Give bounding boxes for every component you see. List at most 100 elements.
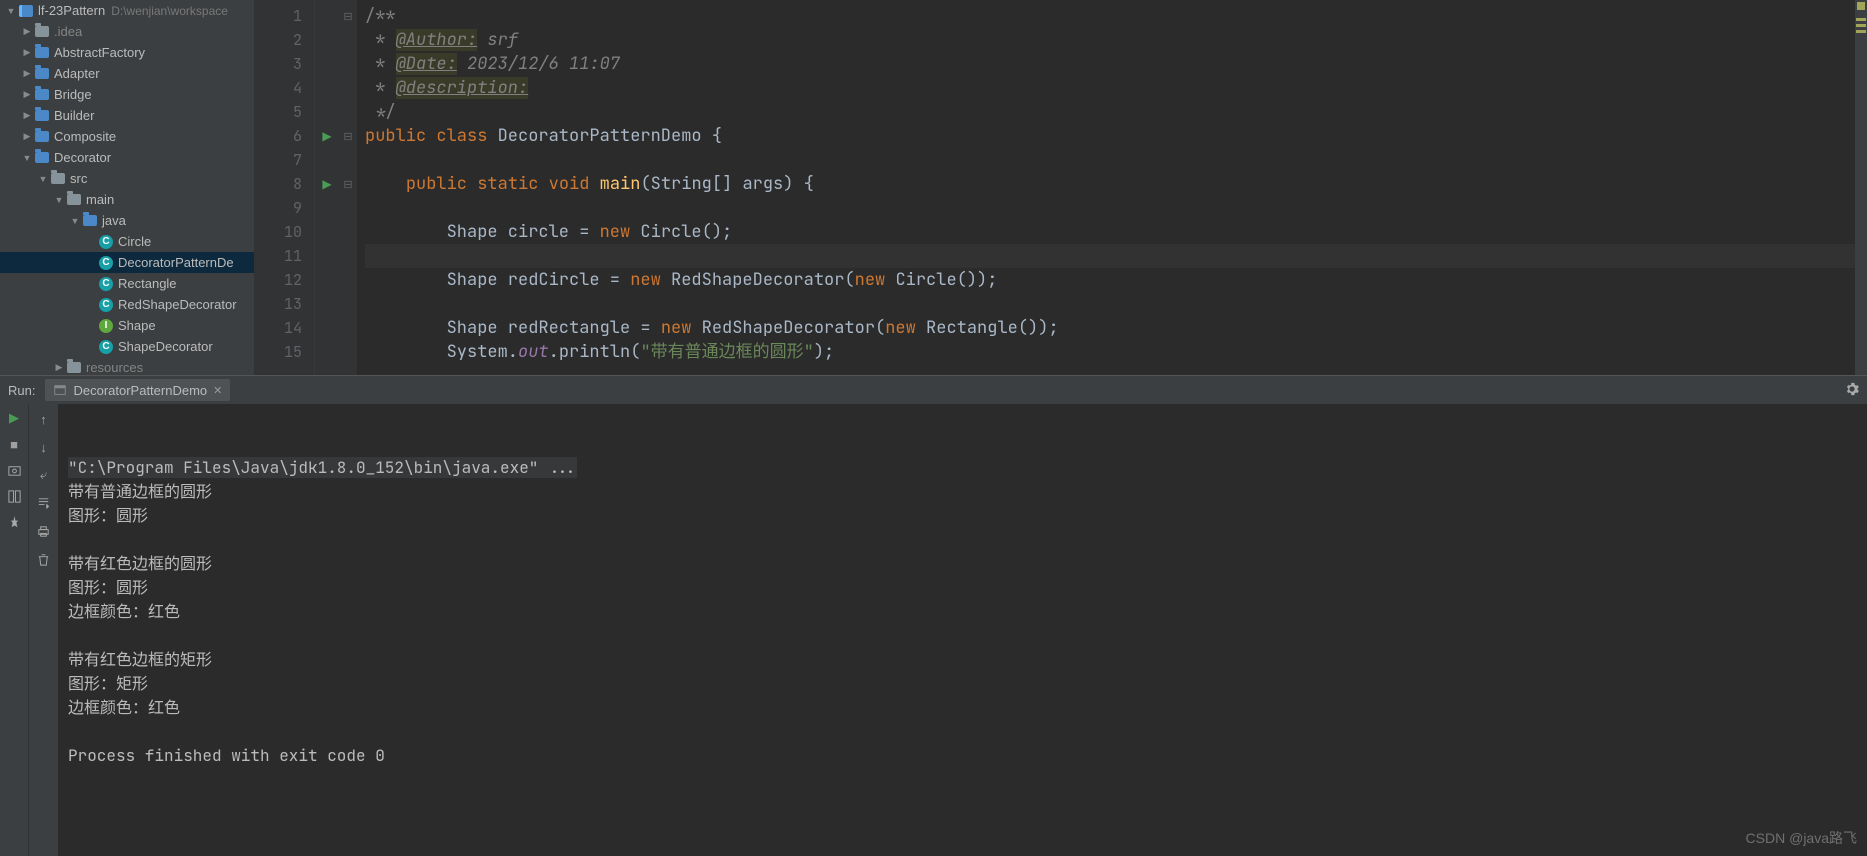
project-tree[interactable]: lf-23Pattern D:\wenjian\workspace .idea Abs… [0,0,255,375]
down-arrow-icon[interactable]: ↓ [35,438,53,456]
editor-annotation-strip [1855,0,1867,375]
console-line: "C:\Program Files\Java\jdk1.8.0_152\bin\… [68,456,1867,480]
tree-arrow-icon[interactable] [84,340,98,354]
console-line [68,624,1867,648]
tree-item-label: resources [86,360,143,375]
tree-item-lf-23pattern[interactable]: lf-23Pattern D:\wenjian\workspace [0,0,254,21]
tree-item-resources[interactable]: resources [0,357,254,375]
tree-arrow-icon[interactable] [20,88,34,102]
up-arrow-icon[interactable]: ↑ [35,410,53,428]
tree-arrow-icon[interactable] [20,25,34,39]
tree-arrow-icon[interactable] [84,298,98,312]
fold-gutter: ⊟ ⊟ ⊟ [339,0,357,375]
fold-icon[interactable]: ⊟ [339,124,357,148]
run-config-tab[interactable]: DecoratorPatternDemo ✕ [45,379,230,401]
folder-icon [34,150,50,166]
tree-arrow-icon[interactable] [20,151,34,165]
class-icon: C [98,255,114,271]
interface-icon: I [98,318,114,334]
tree-item-circle[interactable]: CCircle [0,231,254,252]
tree-item-main[interactable]: main [0,189,254,210]
module-icon [18,3,34,19]
tree-item-composite[interactable]: Composite [0,126,254,147]
tree-item-label: src [70,171,87,186]
tree-arrow-icon[interactable] [36,172,50,186]
watermark: CSDN @java路飞 [1746,826,1857,850]
tree-arrow-icon[interactable] [20,67,34,81]
soft-wrap-icon[interactable]: ⤶ [35,466,53,484]
layout-icon[interactable] [6,488,22,504]
tree-item-label: Rectangle [118,276,177,291]
tree-item-bridge[interactable]: Bridge [0,84,254,105]
tree-item-label: Builder [54,108,94,123]
tree-arrow-icon[interactable] [20,109,34,123]
tree-item-adapter[interactable]: Adapter [0,63,254,84]
tree-item-java[interactable]: java [0,210,254,231]
code-editor[interactable]: 123456789101112131415 ▶ ▶ ⊟ ⊟ ⊟ /** * @Auth… [255,0,1867,375]
folder-icon [82,213,98,229]
run-line-icon[interactable]: ▶ [315,172,339,196]
console-line: 图形：圆形 [68,576,1867,600]
run-line-icon[interactable]: ▶ [315,124,339,148]
tree-item-label: RedShapeDecorator [118,297,237,312]
fold-icon[interactable]: ⊟ [339,4,357,28]
console-line: 图形：圆形 [68,504,1867,528]
tree-arrow-icon[interactable] [68,214,82,228]
tree-item-shape[interactable]: IShape [0,315,254,336]
warning-indicator[interactable] [1857,2,1865,10]
rerun-icon[interactable]: ▶ [6,410,22,426]
tree-item-shapedecorator[interactable]: CShapeDecorator [0,336,254,357]
tree-arrow-icon[interactable] [52,193,66,207]
fold-icon[interactable]: ⊟ [339,172,357,196]
tree-arrow-icon[interactable] [52,361,66,375]
console-line [68,720,1867,744]
gear-icon[interactable] [1845,382,1859,399]
tree-item-label: .idea [54,24,82,39]
tree-item-label: Decorator [54,150,111,165]
print-icon[interactable] [35,522,53,540]
folder-icon [34,129,50,145]
tree-arrow-icon[interactable] [20,46,34,60]
tree-arrow-icon[interactable] [84,277,98,291]
tree-item-src[interactable]: src [0,168,254,189]
tree-arrow-icon[interactable] [84,235,98,249]
class-icon: C [98,297,114,313]
tree-arrow-icon[interactable] [84,256,98,270]
folder-icon [34,108,50,124]
stop-icon[interactable]: ■ [6,436,22,452]
run-toolbar-inner: ↑ ↓ ⤶ [28,404,58,856]
tree-item-label: Adapter [54,66,100,81]
tree-item-redshapedecorator[interactable]: C RedShapeDecorator [0,294,254,315]
code-area[interactable]: /** * @Author: srf * @Date: 2023/12/6 11… [357,0,1855,375]
tree-item-label: ShapeDecorator [118,339,213,354]
snapshot-icon[interactable] [6,462,22,478]
console-output[interactable]: "C:\Program Files\Java\jdk1.8.0_152\bin\… [58,404,1867,856]
run-toolbar-left: ▶ ■ [0,404,28,856]
tree-item-label: Composite [54,129,116,144]
scroll-end-icon[interactable] [35,494,53,512]
console-line: 带有红色边框的矩形 [68,648,1867,672]
trash-icon[interactable] [35,550,53,568]
console-line: 带有红色边框的圆形 [68,552,1867,576]
console-line: 边框颜色：红色 [68,600,1867,624]
tree-item-decoratorpatternde[interactable]: CDecoratorPatternDe [0,252,254,273]
tree-item-label: java [102,213,126,228]
tree-arrow-icon[interactable] [4,4,18,18]
folder-icon [66,192,82,208]
tree-item-builder[interactable]: Builder [0,105,254,126]
tree-item-.idea[interactable]: .idea [0,21,254,42]
folder-icon [34,45,50,61]
tree-arrow-icon[interactable] [84,319,98,333]
tree-item-abstractfactory[interactable]: AbstractFactory [0,42,254,63]
folder-icon [34,66,50,82]
close-icon[interactable]: ✕ [213,384,222,397]
line-number-gutter: 123456789101112131415 [255,0,315,375]
tree-item-hint: D:\wenjian\workspace [111,4,228,18]
console-line: 带有普通边框的圆形 [68,480,1867,504]
tree-item-label: lf-23Pattern [38,3,105,18]
tree-item-rectangle[interactable]: CRectangle [0,273,254,294]
run-header: Run: DecoratorPatternDemo ✕ [0,376,1867,404]
tree-item-decorator[interactable]: Decorator [0,147,254,168]
tree-arrow-icon[interactable] [20,130,34,144]
pin-icon[interactable] [6,514,22,530]
